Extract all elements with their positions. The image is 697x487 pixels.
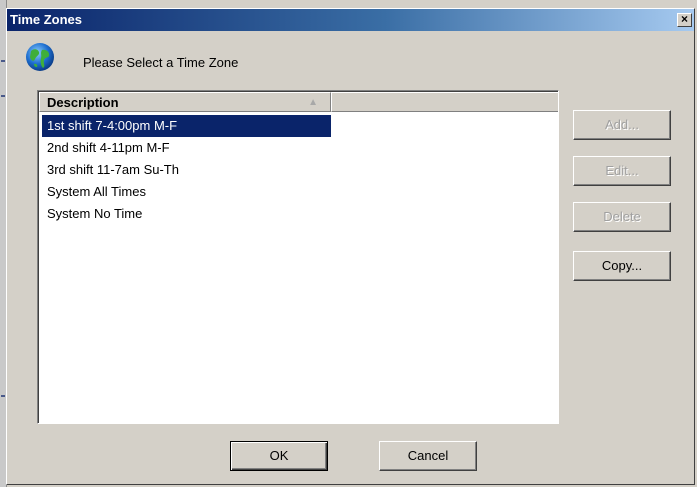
copy-button[interactable]: Copy... xyxy=(573,251,671,281)
sort-ascending-icon: ▲ xyxy=(308,97,318,108)
time-zones-dialog: Time Zones × Please Select a Time Zone D… xyxy=(6,8,695,485)
delete-button[interactable]: Delete xyxy=(573,202,671,232)
edit-button[interactable]: Edit... xyxy=(573,156,671,186)
column-header-empty xyxy=(331,92,558,112)
close-button[interactable]: × xyxy=(677,13,692,27)
list-rows: 1st shift 7-4:00pm M-F 2nd shift 4-11pm … xyxy=(42,115,331,225)
column-header-label: Description xyxy=(47,95,119,110)
list-item[interactable]: 1st shift 7-4:00pm M-F xyxy=(42,115,331,137)
list-header: Description ▲ xyxy=(39,92,558,112)
time-zone-list[interactable]: Description ▲ 1st shift 7-4:00pm M-F 2nd… xyxy=(37,90,559,424)
background-tick xyxy=(1,395,5,397)
window-title: Time Zones xyxy=(10,12,83,27)
list-item[interactable]: 2nd shift 4-11pm M-F xyxy=(42,137,331,159)
background-tick xyxy=(1,60,5,62)
column-header-description[interactable]: Description ▲ xyxy=(39,92,331,112)
list-item[interactable]: System All Times xyxy=(42,181,331,203)
close-icon: × xyxy=(680,12,688,26)
prompt-label: Please Select a Time Zone xyxy=(83,55,239,70)
title-bar[interactable]: Time Zones × xyxy=(7,9,694,31)
cancel-button[interactable]: Cancel xyxy=(379,441,477,471)
globe-icon xyxy=(26,43,54,71)
ok-button[interactable]: OK xyxy=(230,441,328,471)
list-item[interactable]: System No Time xyxy=(42,203,331,225)
list-item[interactable]: 3rd shift 11-7am Su-Th xyxy=(42,159,331,181)
add-button[interactable]: Add... xyxy=(573,110,671,140)
background-tick xyxy=(1,95,5,97)
